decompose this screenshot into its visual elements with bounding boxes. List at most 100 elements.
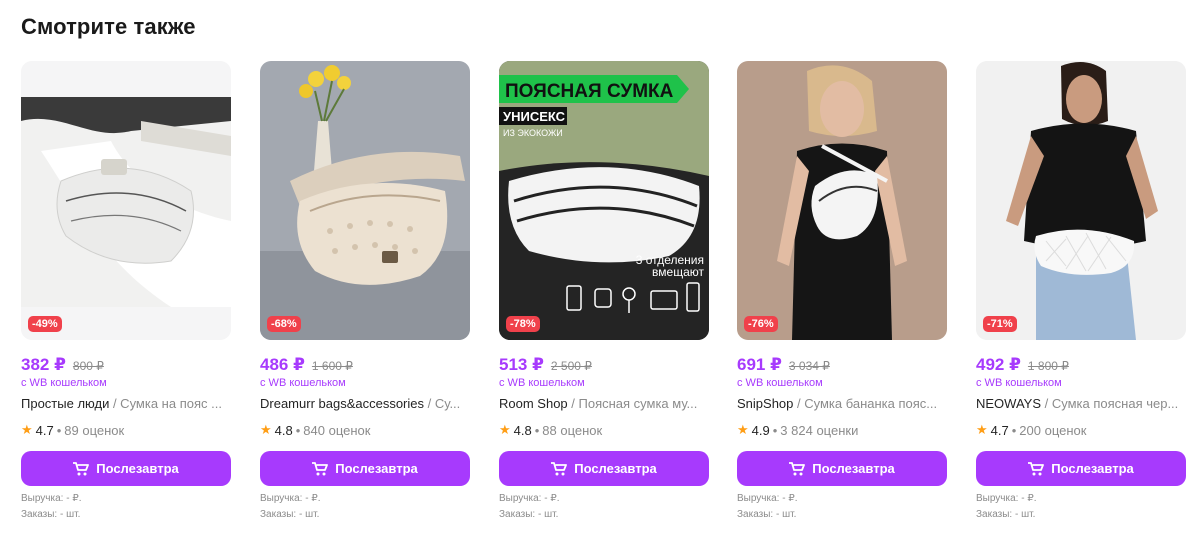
discount-badge: -71% — [983, 316, 1017, 332]
orders-stat: Заказы: - шт. — [260, 509, 320, 520]
discount-badge: -49% — [28, 316, 62, 332]
product-photo — [21, 61, 231, 340]
product-photo — [976, 61, 1186, 340]
orders-stat: Заказы: - шт. — [499, 509, 559, 520]
revenue-stat: Выручка: - ₽. — [976, 493, 1037, 504]
rating-value: 4.7 — [35, 422, 54, 438]
cart-icon — [312, 461, 329, 476]
product-title[interactable]: NEOWAYS / Сумка поясная чер... — [976, 396, 1186, 411]
wallet-note: с WB кошельком — [260, 377, 346, 389]
price-row: 486 ₽ 1 600 ₽ — [260, 355, 353, 375]
product-card[interactable]: -71% 492 ₽ 1 800 ₽ с WB кошельком NEOWAY… — [976, 61, 1186, 531]
product-grid: -49% 382 ₽ 800 ₽ с WB кошельком Простые … — [21, 61, 1191, 531]
star-icon: ★ — [737, 422, 749, 437]
orders-stat: Заказы: - шт. — [21, 509, 81, 520]
overlay-note-2: вмещают — [652, 265, 704, 279]
product-name: / Сумка поясная чер... — [1041, 396, 1179, 411]
old-price: 800 ₽ — [72, 359, 104, 373]
old-price: 2 500 ₽ — [550, 359, 592, 373]
cart-icon — [1028, 461, 1045, 476]
product-card[interactable]: ПОЯСНАЯ СУМКА УНИСЕКС ИЗ ЭКОКОЖИ 3 отдел… — [499, 61, 709, 531]
separator-dot: • — [1011, 422, 1017, 438]
revenue-stat: Выручка: - ₽. — [737, 493, 798, 504]
product-image[interactable]: -71% — [976, 61, 1186, 340]
product-photo — [260, 61, 470, 340]
product-image[interactable]: -68% — [260, 61, 470, 340]
product-image[interactable]: -49% — [21, 61, 231, 340]
price-row: 382 ₽ 800 ₽ — [21, 355, 104, 375]
brand-name: Room Shop — [499, 396, 568, 411]
discount-badge: -68% — [267, 316, 301, 332]
discount-badge: -76% — [744, 316, 778, 332]
overlay-material: ИЗ ЭКОКОЖИ — [503, 128, 563, 138]
star-icon: ★ — [21, 422, 33, 437]
add-to-cart-button[interactable]: Послезавтра — [21, 451, 231, 486]
star-icon: ★ — [260, 422, 272, 437]
product-card[interactable]: -68% 486 ₽ 1 600 ₽ с WB кошельком Dreamu… — [260, 61, 470, 531]
add-to-cart-button[interactable]: Послезавтра — [737, 451, 947, 486]
product-photo — [737, 61, 947, 340]
product-card[interactable]: -76% 691 ₽ 3 034 ₽ с WB кошельком SnipSh… — [737, 61, 947, 531]
product-name: / Сумка на пояс ... — [109, 396, 222, 411]
price-row: 691 ₽ 3 034 ₽ — [737, 355, 830, 375]
brand-name: Dreamurr bags&accessories — [260, 396, 425, 411]
revenue-stat: Выручка: - ₽. — [260, 493, 321, 504]
wallet-note: с WB кошельком — [21, 377, 107, 389]
brand-name: NEOWAYS — [976, 396, 1042, 411]
rating-row: ★ 4.8 • 840 оценок — [260, 422, 370, 438]
product-name: / Поясная сумка му... — [567, 396, 698, 411]
old-price: 1 600 ₽ — [311, 359, 353, 373]
orders-stat: Заказы: - шт. — [737, 509, 797, 520]
revenue-stat: Выручка: - ₽. — [499, 493, 560, 504]
price: 382 ₽ — [21, 355, 66, 374]
rating-value: 4.9 — [751, 422, 770, 438]
product-name: / Су... — [424, 396, 461, 411]
star-icon: ★ — [499, 422, 511, 437]
orders-stat: Заказы: - шт. — [976, 509, 1036, 520]
button-label: Послезавтра — [335, 461, 418, 476]
section-title: Смотрите также — [21, 14, 196, 39]
button-label: Послезавтра — [96, 461, 179, 476]
brand-name: SnipShop — [737, 396, 794, 411]
review-count: 3 824 оценки — [780, 422, 859, 438]
product-title[interactable]: Dreamurr bags&accessories / Су... — [260, 396, 470, 411]
product-image[interactable]: ПОЯСНАЯ СУМКА УНИСЕКС ИЗ ЭКОКОЖИ 3 отдел… — [499, 61, 709, 340]
old-price: 1 800 ₽ — [1027, 359, 1069, 373]
separator-dot: • — [56, 422, 62, 438]
review-count: 89 оценок — [64, 422, 125, 438]
add-to-cart-button[interactable]: Послезавтра — [260, 451, 470, 486]
rating-row: ★ 4.7 • 200 оценок — [976, 422, 1086, 438]
old-price: 3 034 ₽ — [788, 359, 830, 373]
price: 486 ₽ — [260, 355, 305, 374]
product-title[interactable]: Простые люди / Сумка на пояс ... — [21, 396, 231, 411]
rating-value: 4.8 — [513, 422, 532, 438]
product-photo: ПОЯСНАЯ СУМКА УНИСЕКС ИЗ ЭКОКОЖИ 3 отдел… — [499, 61, 709, 340]
separator-dot: • — [772, 422, 778, 438]
rating-row: ★ 4.7 • 89 оценок — [21, 422, 124, 438]
price: 513 ₽ — [499, 355, 544, 374]
product-title[interactable]: SnipShop / Сумка бананка пояс... — [737, 396, 947, 411]
product-name: / Сумка бананка пояс... — [793, 396, 938, 411]
rating-value: 4.7 — [990, 422, 1009, 438]
add-to-cart-button[interactable]: Послезавтра — [976, 451, 1186, 486]
rating-row: ★ 4.9 • 3 824 оценки — [737, 422, 858, 438]
review-count: 200 оценок — [1019, 422, 1087, 438]
discount-badge: -78% — [506, 316, 540, 332]
overlay-tag: УНИСЕКС — [503, 109, 566, 124]
product-image[interactable]: -76% — [737, 61, 947, 340]
separator-dot: • — [295, 422, 301, 438]
button-label: Послезавтра — [812, 461, 895, 476]
price-row: 513 ₽ 2 500 ₽ — [499, 355, 592, 375]
review-count: 840 оценок — [303, 422, 371, 438]
wallet-note: с WB кошельком — [976, 377, 1062, 389]
add-to-cart-button[interactable]: Послезавтра — [499, 451, 709, 486]
price: 691 ₽ — [737, 355, 782, 374]
price: 492 ₽ — [976, 355, 1021, 374]
product-card[interactable]: -49% 382 ₽ 800 ₽ с WB кошельком Простые … — [21, 61, 231, 531]
rating-value: 4.8 — [274, 422, 293, 438]
separator-dot: • — [534, 422, 540, 438]
brand-name: Простые люди — [21, 396, 110, 411]
cart-icon — [73, 461, 90, 476]
price-row: 492 ₽ 1 800 ₽ — [976, 355, 1069, 375]
product-title[interactable]: Room Shop / Поясная сумка му... — [499, 396, 709, 411]
